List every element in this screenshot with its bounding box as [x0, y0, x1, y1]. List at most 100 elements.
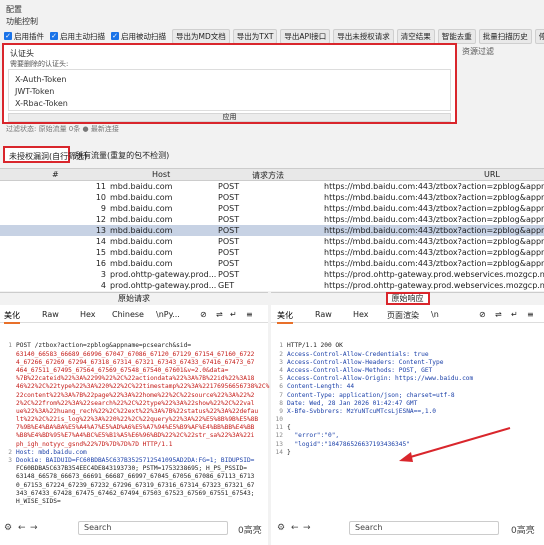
line-number: 6	[279, 383, 283, 391]
line-text: POST /ztbox?action=zpblog&appname=pcsear…	[16, 342, 192, 350]
line-number: 3	[279, 358, 283, 366]
auth-panel-title: 认证头	[10, 49, 34, 58]
wrap-icon[interactable]: ⇌	[495, 310, 502, 319]
tab-hex[interactable]: Hex	[80, 310, 96, 319]
line-number: 2	[8, 448, 12, 456]
code-line: 7 Content-Type: application/json; charset…	[271, 392, 544, 400]
search-input[interactable]: Search	[349, 521, 499, 535]
wrap-icon[interactable]: ⇌	[216, 310, 223, 319]
enable-passive-scan-checkbox[interactable]: ✓ 启用被动扫描	[111, 31, 166, 42]
request-title: 原始请求	[0, 293, 268, 305]
request-body[interactable]: 1 POST /ztbox?action=zpblog&appname=pcsea…	[0, 326, 270, 523]
code-line: 6 Content-Length: 44	[271, 383, 544, 391]
line-text: }	[287, 448, 291, 456]
code-line: ue%22%3A%22huang_rech%22%2C%22ext%22%3A%…	[0, 408, 268, 416]
code-line: 4 Access-Control-Allow-Methods: POST, GET	[271, 367, 544, 375]
export-unauth-button[interactable]: 导出未授权请求	[333, 28, 394, 44]
code-line: %B8%E4%BD%95%E7%A4%BC%E5%B1%A5%E6%96%BD%…	[0, 432, 268, 440]
code-line: ph_igh_notyyc_gsnd%22%7D%7D%7D%7D HTTP/1…	[0, 441, 268, 449]
line-text: 63140_66583_66689_66996_67047_67086_6712…	[16, 350, 255, 358]
forward-icon[interactable]: →	[30, 523, 38, 533]
clear-results-button[interactable]: 清空结果	[396, 28, 435, 44]
hide-icon[interactable]: ⊘	[479, 310, 486, 319]
newline-icon[interactable]: ↵	[230, 310, 237, 319]
col-host-header[interactable]: Host	[152, 170, 170, 179]
tab-all-traffic[interactable]: 所有流量(重复的包不检测)	[75, 150, 169, 161]
line-text: 46%22%2C%22type%22%3A%220%22%2C%22timest…	[16, 383, 270, 391]
settings-icon[interactable]: ⚙	[277, 523, 285, 533]
batch-scan-history-button[interactable]: 批量扫描历史	[478, 28, 532, 44]
table-header: # Host 请求方法 URL	[0, 168, 544, 181]
stop-scan-button[interactable]: 停止扫描	[534, 28, 544, 44]
tab-py[interactable]: \nPy...	[156, 310, 180, 319]
line-number: 1	[279, 342, 283, 350]
line-number: 9	[279, 407, 283, 415]
code-line: 3 Access-Control-Allow-Headers: Content-T…	[271, 359, 544, 367]
table-row-selected[interactable]: 13 mbd.baidu.com POST https://mbd.baidu.com…	[0, 225, 544, 236]
table-row[interactable]: 11 mbd.baidu.com POST https://mbd.baidu.com…	[0, 181, 544, 192]
enable-plugin-checkbox[interactable]: ✓ 启用插件	[4, 31, 44, 42]
code-line: 1 HTTP/1.1 200 OK	[271, 342, 544, 350]
table-row[interactable]: 3 prod.ohttp-gateway.prod... POST https://p…	[0, 269, 544, 280]
table-row[interactable]: 9 mbd.baidu.com POST https://mbd.baidu.com:…	[0, 203, 544, 214]
response-tabs: 美化 Raw Hex 页面渲染 \n ⊘ ⇌ ↵ ≡	[271, 307, 544, 324]
table-row[interactable]: 14 mbd.baidu.com POST https://mbd.baidu.com…	[0, 236, 544, 247]
line-text: 0_67153_67224_67239_67232_67296_67319_67…	[16, 481, 255, 489]
tab-raw[interactable]: Raw	[315, 310, 332, 319]
line-text: Access-Control-Allow-Credentials: true	[287, 350, 429, 358]
export-api-button[interactable]: 导出API接口	[280, 28, 331, 44]
line-text: %7B%22cateid%22%3A%2299%22%2C%22actionda…	[16, 375, 255, 383]
tab-raw[interactable]: Raw	[42, 310, 59, 319]
back-icon[interactable]: ←	[18, 523, 26, 533]
auth-header-line: X-Rbac-Token	[15, 99, 68, 108]
line-text: {	[287, 424, 291, 432]
table-row[interactable]: 16 mbd.baidu.com POST https://mbd.baidu.com…	[0, 258, 544, 269]
table-row[interactable]: 15 mbd.baidu.com POST https://mbd.baidu.com…	[0, 247, 544, 258]
check-icon: ✓	[50, 32, 58, 40]
code-line: 9 X-Bfe-Svbbrers: MzYuNTcuMTcsLjESNA==,1.…	[271, 408, 544, 416]
tab-render[interactable]: 页面渲染	[387, 310, 419, 321]
menu-icon[interactable]: ≡	[246, 310, 253, 319]
export-txt-button[interactable]: 导出为TXT	[232, 28, 278, 44]
tab-pretty[interactable]: 美化	[4, 310, 20, 324]
newline-icon[interactable]: ↵	[511, 310, 518, 319]
col-method-header[interactable]: 请求方法	[252, 170, 284, 181]
resource-filter-label: 资源过滤	[462, 47, 494, 56]
line-text: lt%22%2C%22is_log%22%3A%220%22%2C%22quer…	[16, 416, 259, 424]
code-line: 2%2C%22from%22%3A%22search%22%2C%22type%…	[0, 400, 268, 408]
table-row[interactable]: 10 mbd.baidu.com POST https://mbd.baidu.com…	[0, 192, 544, 203]
menu-icon[interactable]: ≡	[527, 310, 534, 319]
export-md-button[interactable]: 导出为MD文档	[172, 28, 230, 44]
tab-hex[interactable]: Hex	[353, 310, 369, 319]
smart-dedupe-button[interactable]: 智能去重	[437, 28, 476, 44]
tab-unauth-vulns[interactable]: 未授权漏洞(自行筛选)	[3, 146, 87, 163]
line-text: %B8%E4%BD%95%E7%A4%BC%E5%B1%A5%E6%96%BD%…	[16, 432, 255, 440]
auth-headers-textarea[interactable]: X-Auth-Token JWT-Token X-Rbac-Token	[8, 69, 451, 111]
code-line: 3 Dookie: BAIDUID=FC60BDBA5C637B352571254…	[0, 457, 268, 465]
annotation-arrow-icon	[399, 427, 511, 462]
tab-chinese[interactable]: Chinese	[112, 310, 144, 319]
apply-button[interactable]: 应用	[8, 113, 451, 122]
settings-icon[interactable]: ⚙	[4, 523, 12, 533]
line-text: H_WISE_SIDS=	[16, 497, 61, 505]
code-line: 22content%22%3A%7B%22page%22%3A%22home%2…	[0, 392, 268, 400]
hide-icon[interactable]: ⊘	[200, 310, 207, 319]
enable-active-scan-checkbox[interactable]: ✓ 启用主动扫描	[50, 31, 105, 42]
search-input[interactable]: Search	[78, 521, 228, 535]
tab-newline[interactable]: \n	[431, 310, 439, 319]
code-line: 343_67433_67428_67475_67462_67494_67503_…	[0, 490, 268, 498]
line-text: Access-Control-Allow-Methods: POST, GET	[287, 366, 433, 374]
line-number: 12	[275, 432, 283, 440]
tab-pretty[interactable]: 美化	[277, 310, 293, 324]
code-line: 8 Date: Wed, 28 Jan 2026 01:42:47 GMT	[271, 400, 544, 408]
code-line: 464_67511_67495_67564_67569_67548_67540_…	[0, 367, 268, 375]
col-id-header[interactable]: #	[52, 170, 59, 179]
response-title: 原始响应	[271, 292, 544, 305]
table-row[interactable]: 4 prod.ohttp-gateway.prod... GET https://pr…	[0, 280, 544, 291]
table-row[interactable]: 12 mbd.baidu.com POST https://mbd.baidu.com…	[0, 214, 544, 225]
line-number: 7	[279, 391, 283, 399]
back-icon[interactable]: ←	[291, 523, 299, 533]
col-url-header[interactable]: URL	[484, 170, 500, 179]
forward-icon[interactable]: →	[303, 523, 311, 533]
code-line: 2 Access-Control-Allow-Credentials: true	[271, 351, 544, 359]
